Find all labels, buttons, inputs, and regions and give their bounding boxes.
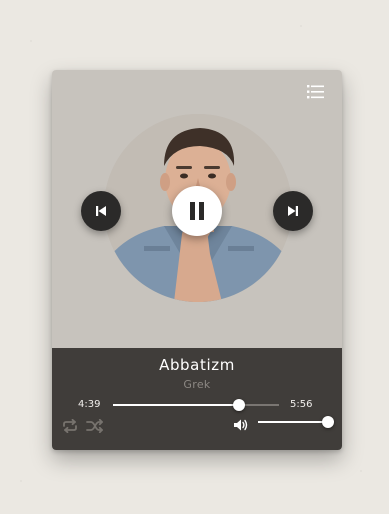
volume-slider[interactable] [258,416,334,428]
elapsed-time: 4:39 [78,399,101,410]
shuffle-icon[interactable] [86,419,104,433]
background-texture [300,25,302,27]
volume-knob[interactable] [322,416,334,428]
progress-slider[interactable] [113,399,279,411]
background-texture [20,480,22,482]
repeat-icon[interactable] [61,419,79,433]
skip-previous-icon [96,206,106,216]
progress-fill [113,404,240,406]
track-artist: Grek [183,378,211,391]
music-player-card: Abbatizm Grek 4:39 5:56 [52,70,342,450]
next-track-button[interactable] [273,191,313,231]
total-time: 5:56 [290,399,313,410]
album-art-area [52,70,342,348]
track-info-panel: Abbatizm Grek 4:39 5:56 [52,348,342,450]
previous-track-button[interactable] [81,191,121,231]
volume-fill [258,421,328,423]
background-texture [30,40,32,42]
play-pause-button[interactable] [172,186,222,236]
progress-knob[interactable] [233,399,246,411]
background-texture [360,470,362,472]
track-title: Abbatizm [159,356,235,374]
skip-next-icon [288,206,298,216]
pause-icon [190,202,204,220]
playlist-icon[interactable] [306,83,326,101]
volume-icon[interactable] [233,418,249,432]
